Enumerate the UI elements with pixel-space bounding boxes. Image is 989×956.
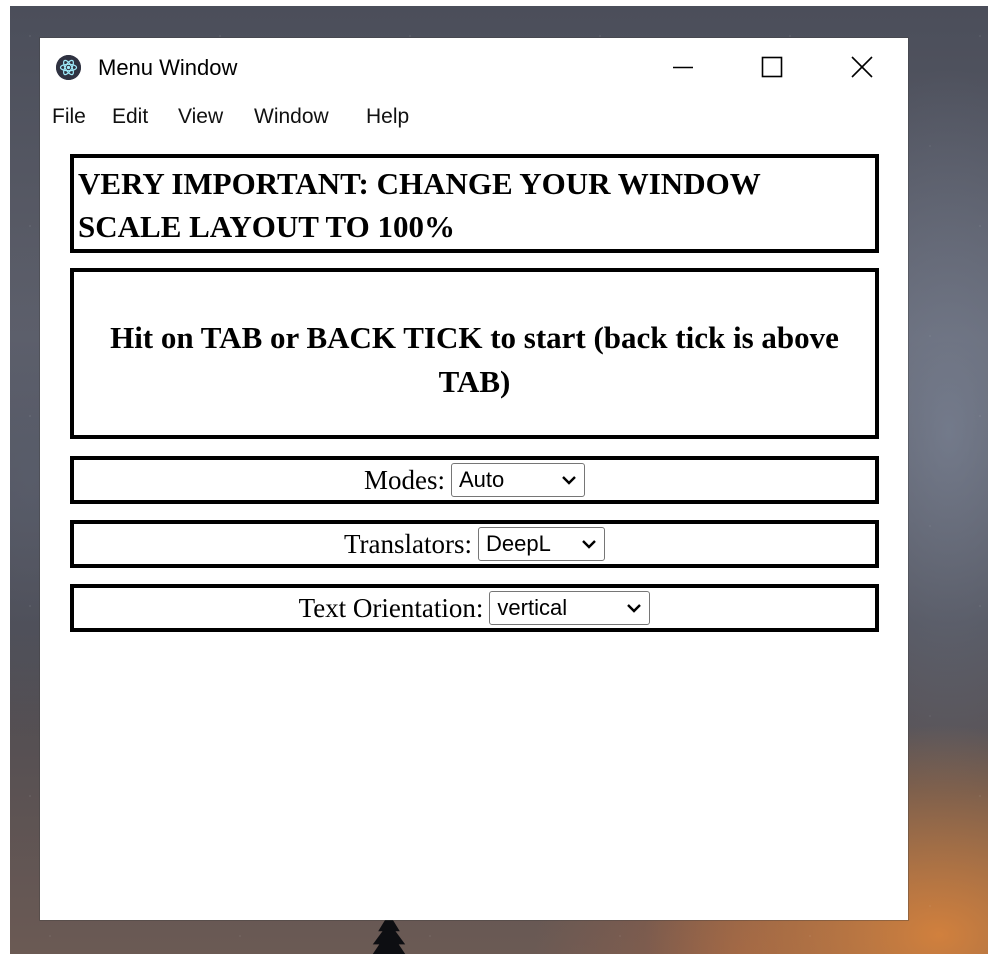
start-hint-text: Hit on TAB or BACK TICK to start (back t…	[110, 320, 839, 399]
modes-label: Modes:	[364, 465, 445, 495]
chevron-down-icon	[582, 540, 596, 549]
window-title: Menu Window	[98, 55, 238, 80]
modes-select-value: Auto	[459, 467, 505, 492]
translators-select[interactable]: DeepL	[478, 527, 605, 561]
close-button[interactable]	[818, 38, 908, 96]
chevron-down-icon	[627, 604, 642, 613]
modes-select[interactable]: Auto	[451, 463, 585, 497]
menu-item-window[interactable]: Window	[254, 104, 329, 130]
text-orientation-label: Text Orientation:	[298, 593, 484, 623]
translators-row: Translators: DeepL	[70, 520, 879, 568]
wallpaper-tree-silhouette	[367, 918, 411, 954]
menu-item-file[interactable]: File	[52, 104, 86, 130]
text-orientation-select-value: vertical	[497, 595, 568, 620]
translators-select-value: DeepL	[486, 531, 551, 556]
text-orientation-row: Text Orientation: vertical	[70, 584, 879, 632]
title-bar[interactable]: Menu Window	[40, 38, 908, 96]
menu-item-view[interactable]: View	[178, 104, 223, 130]
menu-item-edit[interactable]: Edit	[112, 104, 148, 130]
menu-item-help[interactable]: Help	[366, 104, 409, 130]
minimize-icon	[673, 66, 693, 69]
chevron-down-icon	[562, 476, 576, 485]
important-notice-box: VERY IMPORTANT: CHANGE YOUR WINDOW SCALE…	[70, 154, 879, 253]
close-icon	[851, 56, 873, 78]
menu-window: Menu Window File Edit View Window Help V…	[40, 38, 908, 920]
maximize-icon	[761, 56, 783, 78]
minimize-button[interactable]	[638, 38, 728, 96]
important-notice-text: VERY IMPORTANT: CHANGE YOUR WINDOW SCALE…	[78, 166, 761, 244]
maximize-button[interactable]	[728, 38, 818, 96]
translators-label: Translators:	[343, 529, 472, 559]
start-hint-box: Hit on TAB or BACK TICK to start (back t…	[70, 268, 879, 439]
menu-bar: File Edit View Window Help	[40, 100, 908, 134]
text-orientation-select[interactable]: vertical	[489, 591, 651, 625]
modes-row: Modes: Auto	[70, 456, 879, 504]
electron-app-icon	[56, 55, 81, 80]
